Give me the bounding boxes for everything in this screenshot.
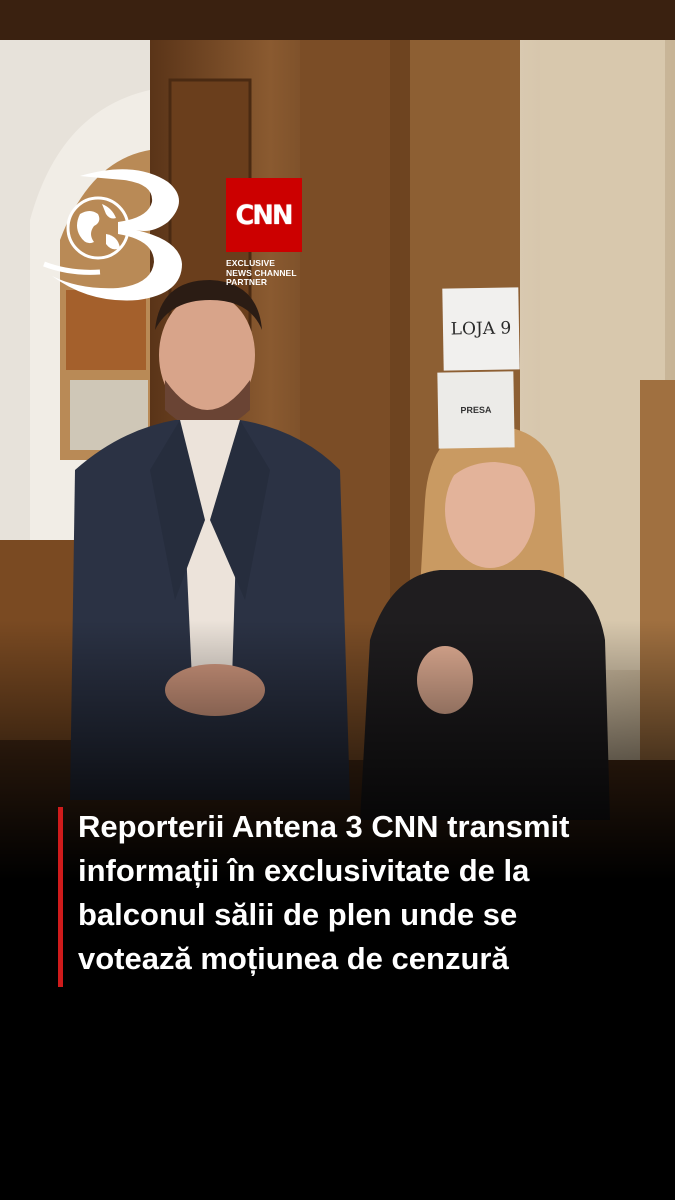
room-sign: LOJA 9 — [442, 287, 520, 371]
caption-line-1: Reporterii Antena 3 CNN transmit — [78, 809, 570, 844]
press-sign: PRESA — [437, 371, 515, 449]
room-sign-text: LOJA 9 — [450, 318, 512, 340]
press-sign-text: PRESA — [460, 404, 492, 416]
caption-accent-bar — [58, 807, 63, 987]
caption-line-4: votează moțiunea de cenzură — [78, 941, 509, 976]
cnn-logo-text: CNN — [235, 199, 294, 231]
cnn-partner-label: EXCLUSIVE NEWS CHANNEL PARTNER — [226, 258, 316, 288]
news-caption: Reporterii Antena 3 CNN transmit informa… — [58, 805, 658, 987]
antena-3-logo-icon — [43, 169, 182, 301]
caption-line-2: informații în exclusivitate de la — [78, 853, 530, 888]
cnn-logo: CNN — [226, 178, 302, 252]
channel-branding: CNN EXCLUSIVE NEWS CHANNEL PARTNER — [40, 160, 320, 301]
caption-line-3: balconul sălii de plen unde se — [78, 897, 518, 932]
partner-line-3: PARTNER — [226, 277, 268, 287]
